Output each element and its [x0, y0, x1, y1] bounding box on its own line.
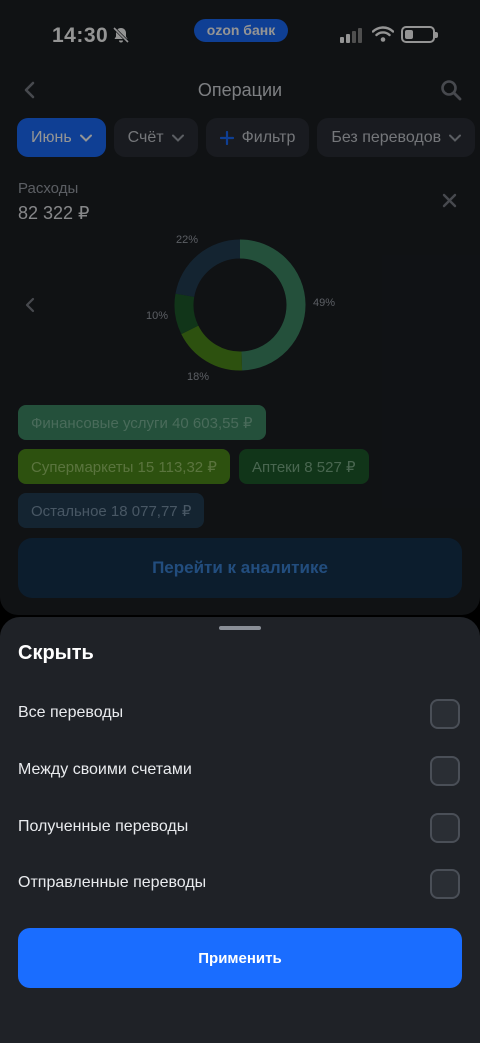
search-icon[interactable]	[440, 79, 462, 101]
expenses-total: 82 322 ₽	[18, 203, 90, 223]
option-between-own-accounts[interactable]: Между своими счетами	[0, 750, 480, 790]
sheet-drag-handle[interactable]	[219, 626, 261, 630]
option-label: Полученные переводы	[18, 818, 189, 835]
donut-slice-0	[239, 239, 306, 371]
category-tag-other[interactable]: Остальное 18 077,77 ₽	[18, 493, 205, 528]
chip-no-transfers-label: Без переводов	[331, 128, 442, 146]
donut-slice-2	[174, 293, 199, 335]
wifi-icon	[372, 26, 394, 42]
option-all-transfers[interactable]: Все переводы	[0, 693, 480, 733]
page-title: Операции	[197, 80, 283, 100]
chip-month[interactable]: Июнь	[17, 118, 106, 157]
option-sent-transfers[interactable]: Отправленные переводы	[0, 863, 480, 903]
sheet-title: Скрыть	[18, 642, 94, 664]
filter-chips: Июнь Счёт Фильтр Без переводов	[17, 118, 476, 157]
chip-filter-label: Фильтр	[241, 128, 296, 146]
expenses-label: Расходы	[18, 180, 79, 197]
option-label: Между своими счетами	[18, 761, 192, 778]
chip-filter[interactable]: Фильтр	[205, 118, 310, 157]
plus-icon	[219, 130, 234, 145]
category-tag-pharmacy[interactable]: Аптеки 8 527 ₽	[239, 449, 369, 484]
chip-no-transfers[interactable]: Без переводов	[317, 118, 476, 157]
slice-percent-label: 10%	[146, 310, 169, 322]
cellular-signal-icon	[340, 28, 362, 43]
option-received-transfers[interactable]: Полученные переводы	[0, 807, 480, 847]
chevron-left-icon[interactable]	[24, 297, 36, 313]
chip-account-label: Счёт	[127, 128, 164, 146]
bank-brand-badge: ozon банк	[194, 19, 288, 42]
apply-button[interactable]: Применить	[18, 928, 462, 988]
category-tag-financial[interactable]: Финансовые услуги 40 603,55 ₽	[18, 405, 266, 440]
donut-slice-3	[175, 239, 241, 298]
chevron-down-icon	[79, 134, 92, 142]
slice-percent-label: 49%	[313, 297, 336, 309]
close-icon[interactable]	[442, 193, 457, 208]
category-tag-supermarkets[interactable]: Супермаркеты 15 113,32 ₽	[18, 449, 230, 484]
go-to-analytics-button[interactable]: Перейти к аналитике	[18, 538, 462, 598]
status-bar: 14:30 ozon банк	[0, 0, 480, 70]
donut-slice-1	[181, 325, 243, 371]
bell-muted-icon	[112, 26, 130, 44]
checkbox[interactable]	[430, 756, 460, 786]
chip-month-label: Июнь	[31, 128, 72, 146]
checkbox[interactable]	[430, 813, 460, 843]
checkbox[interactable]	[430, 699, 460, 729]
slice-percent-label: 18%	[187, 371, 210, 383]
checkbox[interactable]	[430, 869, 460, 899]
hide-transfers-sheet: Скрыть Все переводы Между своими счетами…	[0, 617, 480, 1043]
option-label: Отправленные переводы	[18, 874, 207, 891]
slice-percent-label: 22%	[176, 234, 199, 246]
status-time: 14:30	[52, 24, 109, 47]
chip-account[interactable]: Счёт	[113, 118, 198, 157]
chevron-down-icon	[171, 134, 184, 142]
battery-icon	[401, 26, 438, 43]
option-label: Все переводы	[18, 704, 124, 721]
expenses-donut-chart	[174, 239, 306, 371]
operations-screen: 14:30 ozon банк Операции Июнь Счёт Фильт…	[0, 0, 480, 615]
chevron-down-icon	[449, 134, 462, 142]
